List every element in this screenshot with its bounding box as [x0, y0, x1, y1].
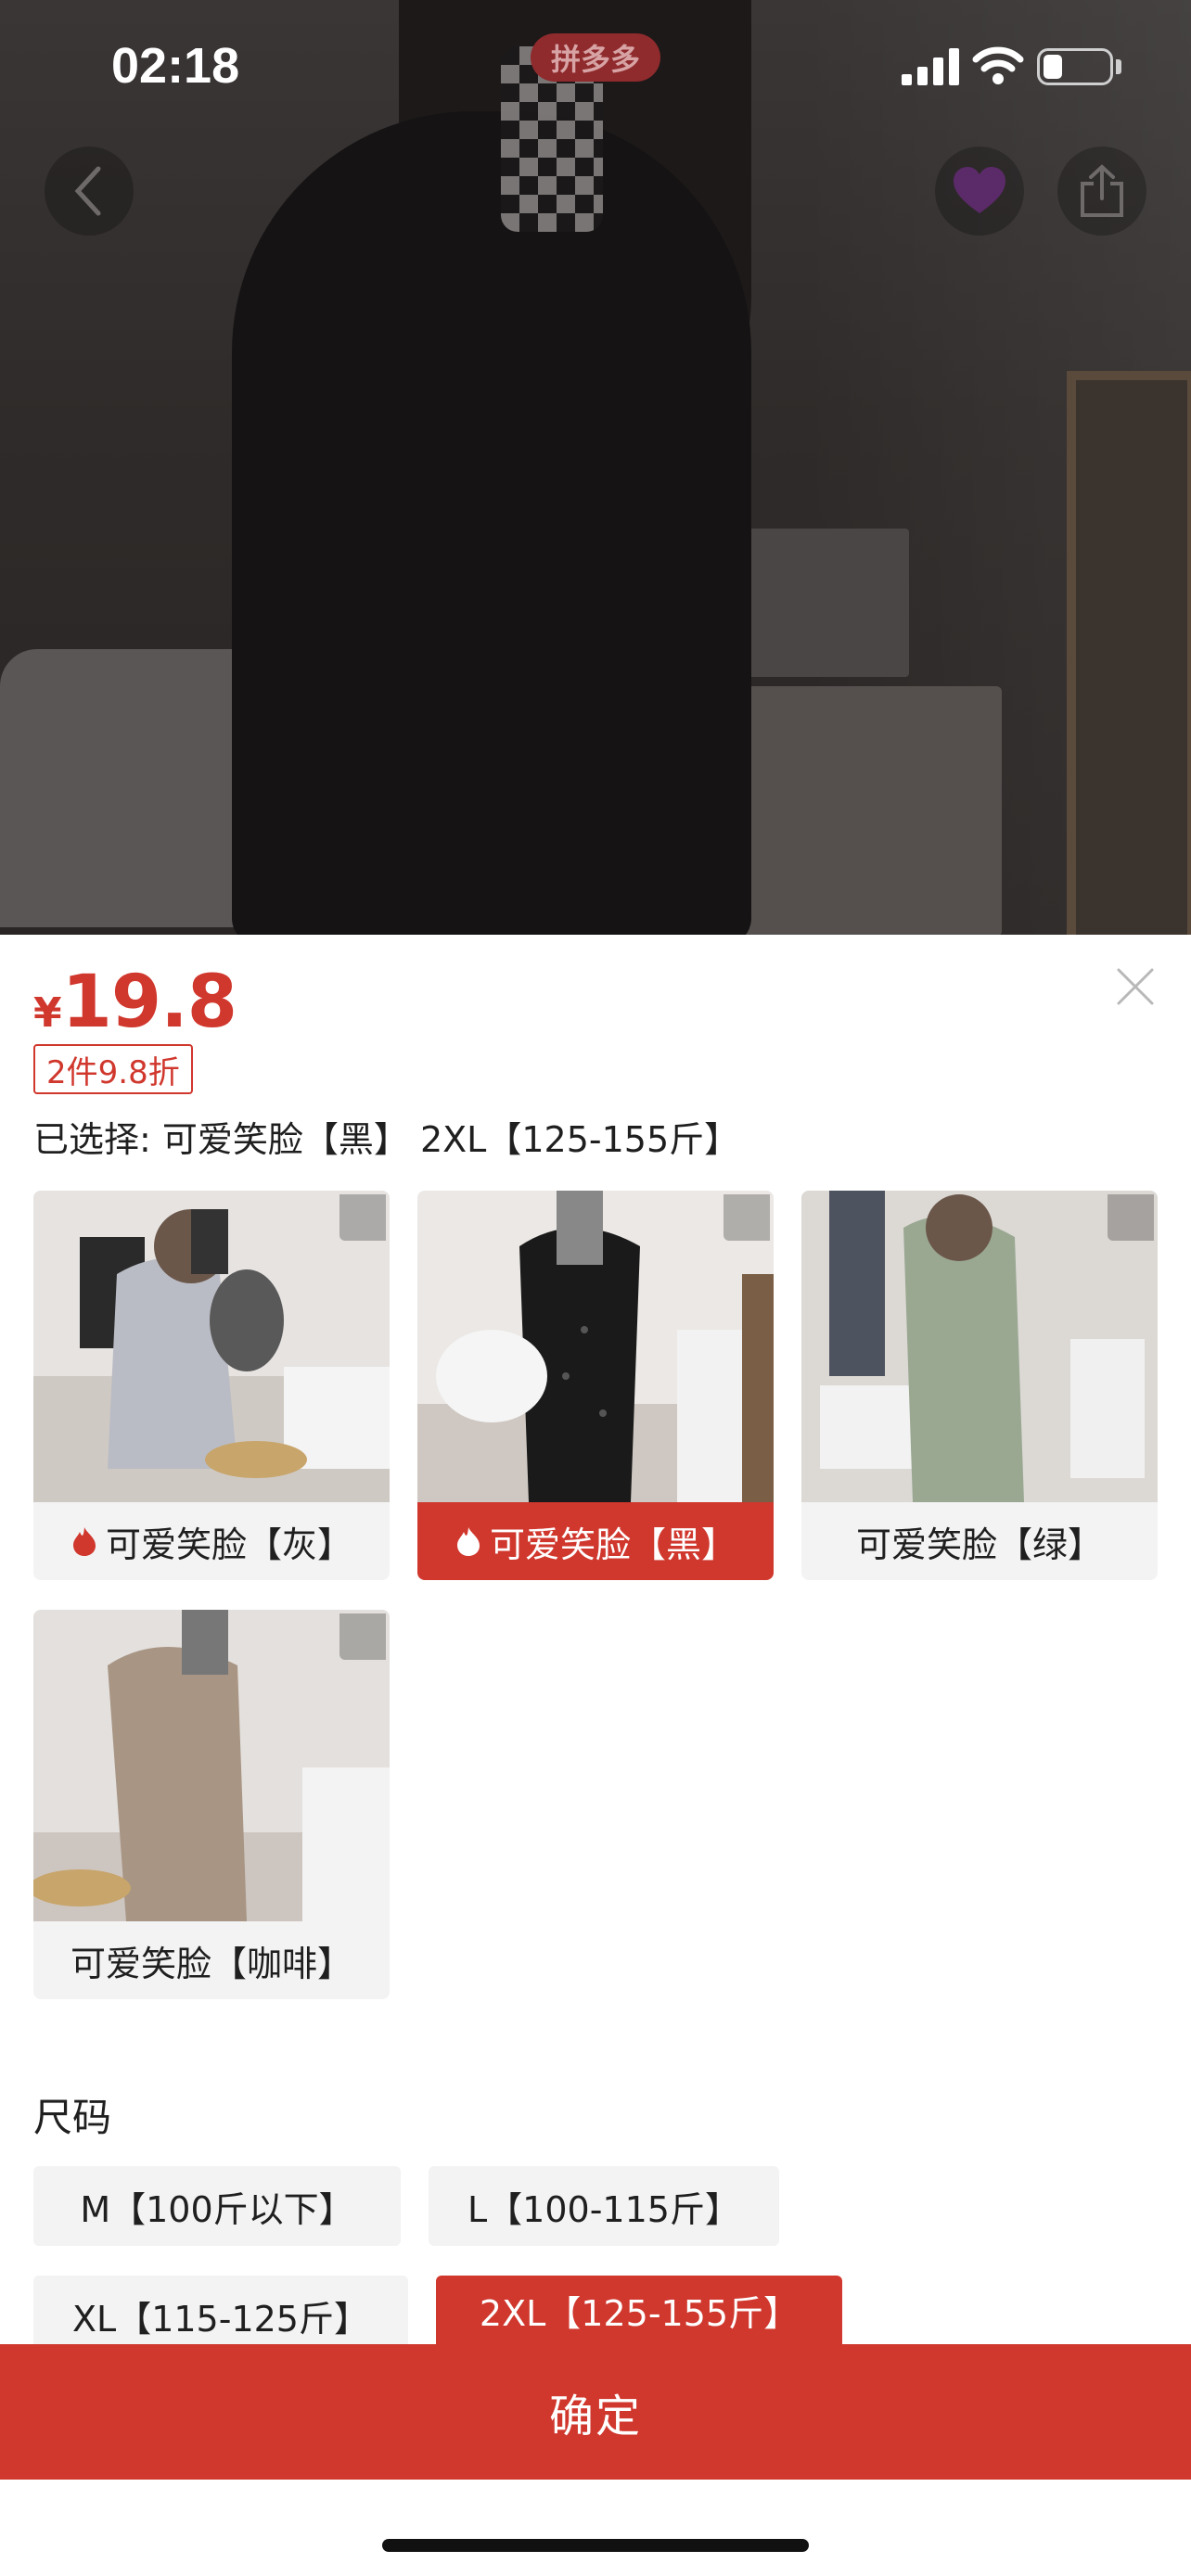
price-value: 19.8: [61, 961, 237, 1044]
color-option-label: 可爱笑脸【咖啡】: [33, 1921, 390, 1999]
app-logo: 拼多多: [531, 33, 660, 82]
color-option-coffee[interactable]: 可爱笑脸【咖啡】: [33, 1610, 390, 1999]
size-option-m[interactable]: M【100斤以下】: [33, 2166, 401, 2246]
chevron-left-icon: [74, 166, 101, 216]
discount-badge: 2件9.8折: [33, 1044, 193, 1094]
share-button[interactable]: [1057, 147, 1146, 236]
color-option-green[interactable]: 可爱笑脸【绿】: [801, 1191, 1158, 1580]
heart-icon: [954, 167, 1005, 213]
color-option-label: 可爱笑脸【黑】: [417, 1502, 774, 1580]
expand-icon[interactable]: [724, 1194, 770, 1241]
expand-icon[interactable]: [339, 1613, 386, 1660]
sku-selector-sheet: ¥19.8 2件9.8折 已选择: 可爱笑脸【黑】 2XL【125-155斤】 …: [0, 935, 1191, 2576]
expand-icon[interactable]: [339, 1194, 386, 1241]
hot-flame-icon: [456, 1527, 480, 1556]
close-icon[interactable]: [1113, 964, 1158, 1009]
product-image-backdrop: 拼多多: [0, 0, 1191, 937]
favorite-button[interactable]: [935, 147, 1024, 236]
product-thumbnail-gray: [33, 1191, 390, 1502]
product-thumbnail-black: [417, 1191, 774, 1502]
status-time: 02:18: [111, 38, 240, 94]
confirm-button[interactable]: 确定: [0, 2344, 1191, 2480]
color-option-text: 可爱笑脸【绿】: [855, 1524, 1103, 1565]
wifi-icon: [972, 46, 1024, 84]
color-option-gray[interactable]: 可爱笑脸【灰】: [33, 1191, 390, 1580]
product-thumbnail-green: [801, 1191, 1158, 1502]
size-section-title: 尺码: [33, 2095, 112, 2140]
back-button[interactable]: [45, 147, 134, 236]
product-thumbnail-coffee: [33, 1610, 390, 1921]
price: ¥19.8: [33, 961, 237, 1044]
color-option-black[interactable]: 可爱笑脸【黑】: [417, 1191, 774, 1580]
backdrop-bag: [724, 529, 909, 677]
backdrop-model: [232, 111, 751, 937]
color-option-label: 可爱笑脸【绿】: [801, 1502, 1158, 1580]
color-option-text: 可爱笑脸【咖啡】: [70, 1943, 352, 1984]
battery-icon: [1037, 48, 1113, 85]
color-option-text: 可爱笑脸【黑】: [489, 1524, 736, 1565]
expand-icon[interactable]: [1108, 1194, 1154, 1241]
backdrop-mirror: [1067, 371, 1191, 937]
battery-tip: [1116, 59, 1121, 74]
color-option-label: 可爱笑脸【灰】: [33, 1502, 390, 1580]
signal-icon: [902, 48, 959, 85]
currency-symbol: ¥: [33, 989, 62, 1037]
selected-summary: 已选择: 可爱笑脸【黑】 2XL【125-155斤】: [33, 1119, 740, 1160]
share-icon: [1081, 164, 1123, 217]
size-option-l[interactable]: L【100-115斤】: [429, 2166, 779, 2246]
color-option-text: 可爱笑脸【灰】: [105, 1524, 352, 1565]
size-option-2xl[interactable]: 2XL【125-155斤】: [436, 2276, 842, 2344]
hot-flame-icon: [72, 1527, 96, 1556]
home-indicator[interactable]: [382, 2539, 809, 2552]
